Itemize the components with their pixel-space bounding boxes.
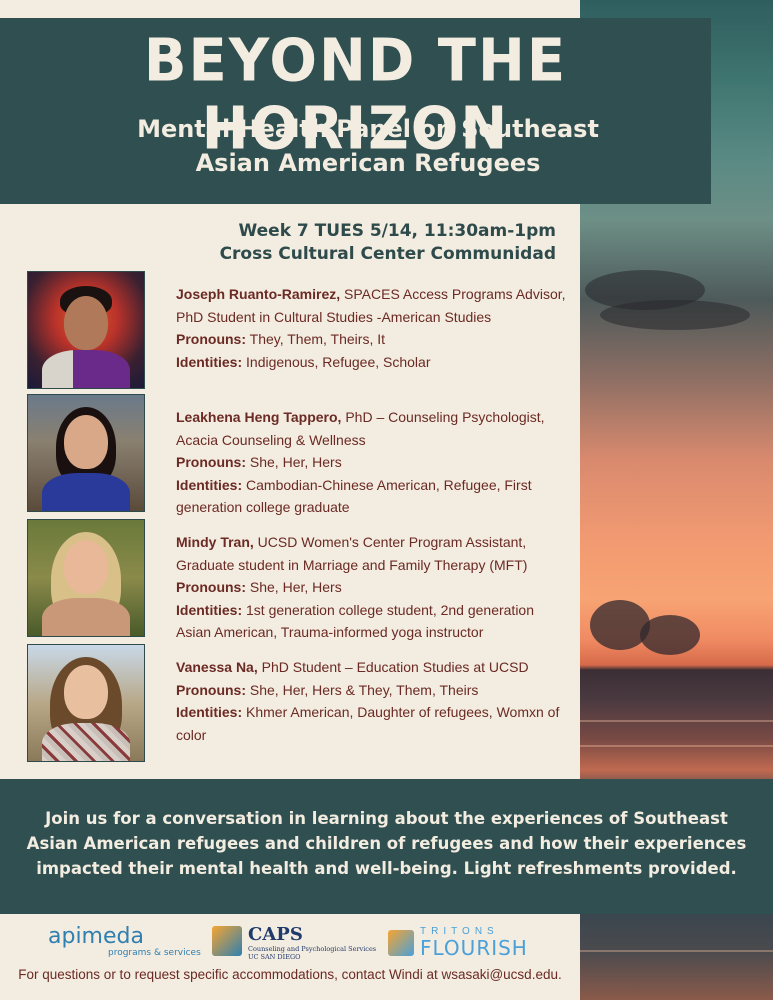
apimeda-wordmark: apimeda <box>48 924 144 949</box>
panelist-photo <box>27 271 145 389</box>
pronouns-value: They, Them, Theirs, It <box>246 331 386 347</box>
panelist-role: PhD Student – Education Studies at UCSD <box>257 659 529 675</box>
panelist-pronouns: Pronouns: She, Her, Hers <box>176 576 566 599</box>
shoulders-shape <box>42 473 130 511</box>
pronouns-label: Pronouns: <box>176 331 246 347</box>
event-info: Week 7 TUES 5/14, 11:30am-1pm Cross Cult… <box>190 220 556 266</box>
water-reflection <box>580 720 773 722</box>
tritons-flourish-logo: TRITONS FLOURISH <box>388 924 538 964</box>
panelist-identities: Identities: Cambodian-Chinese American, … <box>176 474 566 519</box>
panelist-name-role: Vanessa Na, PhD Student – Education Stud… <box>176 656 566 679</box>
panelist-pronouns: Pronouns: They, Them, Theirs, It <box>176 328 566 351</box>
contact-info: For questions or to request specific acc… <box>18 967 562 982</box>
caps-logo: CAPS Counseling and Psychological Servic… <box>212 924 376 964</box>
identities-label: Identities: <box>176 704 243 720</box>
pronouns-label: Pronouns: <box>176 681 246 698</box>
panelist-name: Mindy Tran, <box>176 534 254 550</box>
panelist-name: Vanessa Na, <box>176 659 258 675</box>
panelist-bio: Vanessa Na, PhD Student – Education Stud… <box>176 656 566 746</box>
cloud-shape <box>640 615 700 655</box>
caps-tagline-line-1: Counseling and Psychological Services <box>248 945 377 953</box>
panelist-pronouns: Pronouns: She, Her, Hers <box>176 451 566 474</box>
cloud-shape <box>600 300 750 330</box>
face-shape <box>64 415 108 469</box>
caps-tagline: Counseling and Psychological Services UC… <box>248 945 376 961</box>
apimeda-tagline: programs & services <box>108 948 201 958</box>
pronouns-value: She, Her, Hers <box>246 579 342 595</box>
panelist-bio: Leakhena Heng Tappero, PhD – Counseling … <box>176 406 566 519</box>
pronouns-label: Pronouns: <box>176 579 246 595</box>
panelist-photo <box>27 644 145 762</box>
pronouns-label: Pronouns: <box>176 454 246 470</box>
page-subtitle: Mental Health Panel on Southeast Asian A… <box>0 112 736 180</box>
water-reflection <box>580 950 773 952</box>
shoulders-shape <box>42 350 130 388</box>
panelist-photo <box>27 394 145 512</box>
panelist-name: Leakhena Heng Tappero, <box>176 409 342 425</box>
panelist-bio: Mindy Tran, UCSD Women's Center Program … <box>176 531 566 644</box>
panelist-name-role: Mindy Tran, UCSD Women's Center Program … <box>176 531 566 576</box>
caps-wordmark: CAPS <box>248 924 303 945</box>
water-reflection <box>580 745 773 747</box>
caps-emblem-icon <box>212 926 242 956</box>
panelist-name-role: Joseph Ruanto-Ramirez, SPACES Access Pro… <box>176 283 566 328</box>
face-shape <box>64 665 108 719</box>
shoulders-shape <box>42 723 130 761</box>
event-date-time: Week 7 TUES 5/14, 11:30am-1pm <box>238 221 557 241</box>
face-shape <box>64 540 108 594</box>
flourish-wordmark: FLOURISH <box>420 936 528 960</box>
cloud-shape <box>590 600 650 650</box>
apimeda-logo: apimeda programs & services <box>48 924 201 964</box>
tritons-emblem-icon <box>388 930 414 956</box>
panelist-identities: Identities: Indigenous, Refugee, Scholar <box>176 351 566 374</box>
face-shape <box>64 296 108 350</box>
subtitle-line-2: Asian American Refugees <box>195 149 541 177</box>
panelist-bio: Joseph Ruanto-Ramirez, SPACES Access Pro… <box>176 283 566 373</box>
panelist-identities: Identities: Khmer American, Daughter of … <box>176 701 566 746</box>
subtitle-line-1: Mental Health Panel on Southeast <box>137 115 599 143</box>
event-location: Cross Cultural Center Communidad <box>219 244 556 264</box>
caps-tagline-line-2: UC SAN DIEGO <box>248 953 301 961</box>
identities-value: Indigenous, Refugee, Scholar <box>242 353 431 370</box>
panelist-photo <box>27 519 145 637</box>
panelist-name: Joseph Ruanto-Ramirez, <box>176 286 341 302</box>
identities-label: Identities: <box>176 476 243 493</box>
identities-label: Identities: <box>176 601 243 618</box>
identities-label: Identities: <box>176 353 243 370</box>
event-description: Join us for a conversation in learning a… <box>26 809 747 878</box>
panelist-identities: Identities: 1st generation college stude… <box>176 599 566 644</box>
pronouns-value: She, Her, Hers <box>246 454 342 470</box>
shoulders-shape <box>42 598 130 636</box>
pronouns-value: She, Her, Hers & They, Them, Theirs <box>246 681 479 698</box>
panelist-name-role: Leakhena Heng Tappero, PhD – Counseling … <box>176 406 566 451</box>
panelist-pronouns: Pronouns: She, Her, Hers & They, Them, T… <box>176 679 566 702</box>
